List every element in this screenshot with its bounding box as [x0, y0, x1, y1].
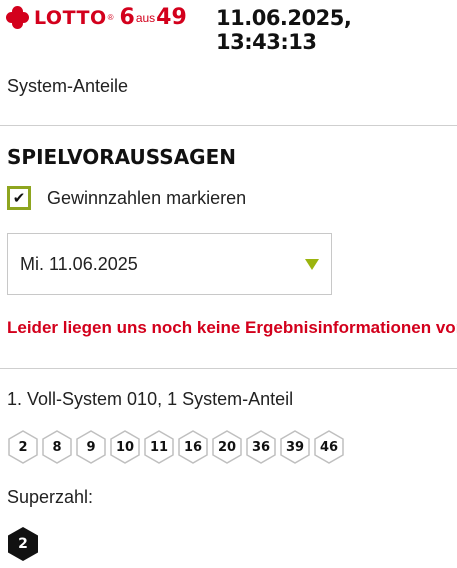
logo-six: 6 [119, 5, 135, 30]
lotto-number-ball: 39 [279, 430, 311, 464]
logo-aus: aus [135, 10, 156, 25]
header: LOTTO ® 6 aus 49 11.06.2025, 13:43:13 [3, 2, 451, 54]
lotto-number-ball: 11 [143, 430, 175, 464]
logo-text: LOTTO [34, 6, 107, 29]
lotto-logo[interactable]: LOTTO ® 6 aus 49 [3, 3, 187, 31]
system-description: 1. Voll-System 010, 1 System-Anteil [7, 389, 294, 409]
checkbox-label[interactable]: Gewinnzahlen markieren [47, 188, 246, 209]
clover-icon [3, 3, 32, 31]
lotto-number-ball: 46 [313, 430, 345, 464]
lotto-number-ball: 10 [109, 430, 141, 464]
lotto-number-ball: 9 [75, 430, 107, 464]
registered-mark: ® [107, 13, 114, 22]
header-datetime: 11.06.2025, 13:43:13 [216, 6, 352, 54]
dropdown-arrow-icon [305, 259, 319, 270]
section-title: SPIELVORAUSSAGEN [7, 145, 236, 169]
lotto-number-ball: 16 [177, 430, 209, 464]
lotto-number-ball: 36 [245, 430, 277, 464]
logo-fortynine: 49 [156, 5, 187, 30]
mark-winning-numbers-checkbox[interactable]: ✔ [7, 186, 31, 210]
lotto-number-ball: 20 [211, 430, 243, 464]
superzahl-value: 2 [18, 536, 28, 552]
draw-date-select[interactable]: Mi. 11.06.2025 [7, 233, 332, 295]
lotto-numbers: 2 8 9 10 11 16 20 36 39 46 [7, 430, 347, 464]
superzahl-ball: 2 [7, 526, 39, 562]
no-results-message: Leider liegen uns noch keine Ergebnisinf… [7, 318, 457, 337]
system-anteile-label: System-Anteile [7, 76, 129, 96]
lotto-number-ball: 8 [41, 430, 73, 464]
lotto-number-ball: 2 [7, 430, 39, 464]
draw-date-value: Mi. 11.06.2025 [20, 254, 138, 274]
superzahl-label: Superzahl: [7, 487, 94, 507]
checkmark-icon: ✔ [12, 189, 26, 207]
divider [0, 368, 457, 369]
mark-winning-numbers-row[interactable]: ✔ Gewinnzahlen markieren [7, 186, 246, 210]
divider [0, 125, 457, 126]
